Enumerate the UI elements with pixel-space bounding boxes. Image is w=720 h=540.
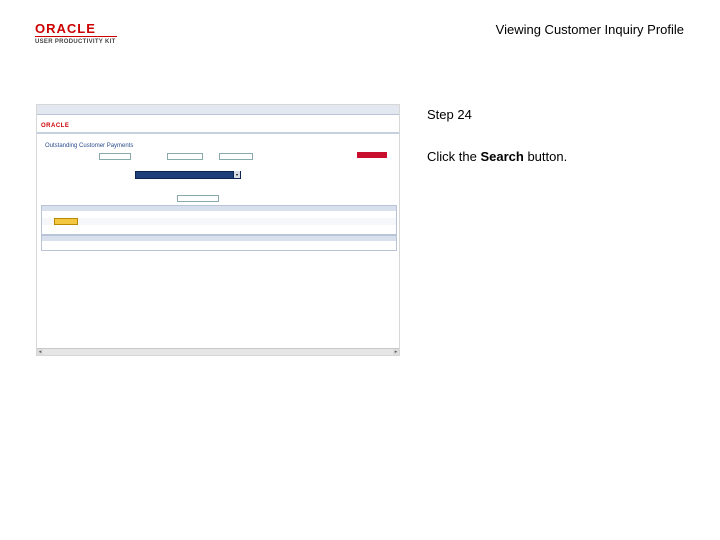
logo-oracle-text: ORACLE xyxy=(35,21,96,36)
app-field-3 xyxy=(219,153,253,160)
app-selected-dropdown[interactable] xyxy=(135,171,241,179)
instruction-suffix: button. xyxy=(523,149,568,164)
grid-column-row xyxy=(42,211,396,218)
app-menu-bar xyxy=(37,105,399,115)
app-field-4 xyxy=(177,195,219,202)
step-instruction: Click the Search button. xyxy=(427,149,567,164)
logo-divider xyxy=(35,36,117,37)
horizontal-scrollbar[interactable]: ◂ ▸ xyxy=(37,348,399,355)
instruction-target: Search xyxy=(480,149,524,164)
scroll-left-icon[interactable]: ◂ xyxy=(37,349,43,355)
app-brand-logo: ORACLE xyxy=(41,123,70,129)
step-label: Step 24 xyxy=(427,107,472,122)
app-payments-grid xyxy=(41,205,397,235)
app-totals-grid xyxy=(41,235,397,251)
application-screenshot: ORACLE Outstanding Customer Payments ▾ ◂… xyxy=(36,104,400,356)
app-field-1 xyxy=(99,153,131,160)
chevron-down-icon[interactable]: ▾ xyxy=(233,171,240,178)
table-row xyxy=(42,218,396,226)
app-page-title: Outstanding Customer Payments xyxy=(45,143,134,149)
instruction-prefix: Click the xyxy=(427,149,481,164)
search-button[interactable] xyxy=(357,152,387,158)
totals-row xyxy=(42,241,396,249)
oracle-upk-logo: ORACLE USER PRODUCTIVITY KIT xyxy=(35,22,125,45)
app-brand-bar xyxy=(37,132,399,134)
page-title: Viewing Customer Inquiry Profile xyxy=(495,22,684,37)
app-nav-row xyxy=(37,115,399,122)
app-field-2 xyxy=(167,153,203,160)
logo-subtitle: USER PRODUCTIVITY KIT xyxy=(35,39,116,45)
scroll-right-icon[interactable]: ▸ xyxy=(393,349,399,355)
grid-row-button[interactable] xyxy=(54,218,78,226)
